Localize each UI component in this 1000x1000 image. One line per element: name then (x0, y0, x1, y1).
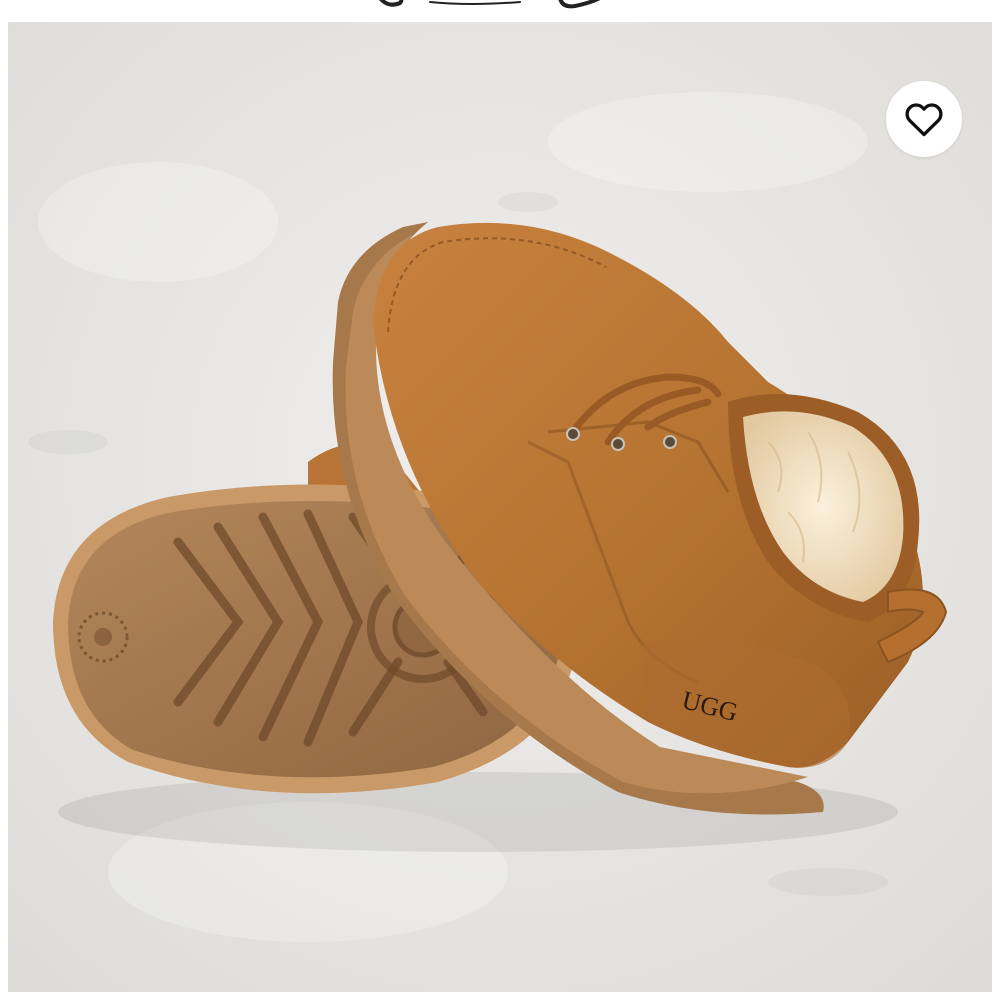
heart-outline-icon (905, 103, 943, 137)
script-logo-fragment-icon (379, 0, 601, 9)
bottom-strip (0, 992, 1000, 1000)
favorite-button[interactable] (886, 81, 962, 157)
top-strip (0, 0, 1000, 22)
product-image-container: UGG (8, 22, 992, 992)
ugg-neumel-boot-image: UGG (8, 22, 992, 992)
